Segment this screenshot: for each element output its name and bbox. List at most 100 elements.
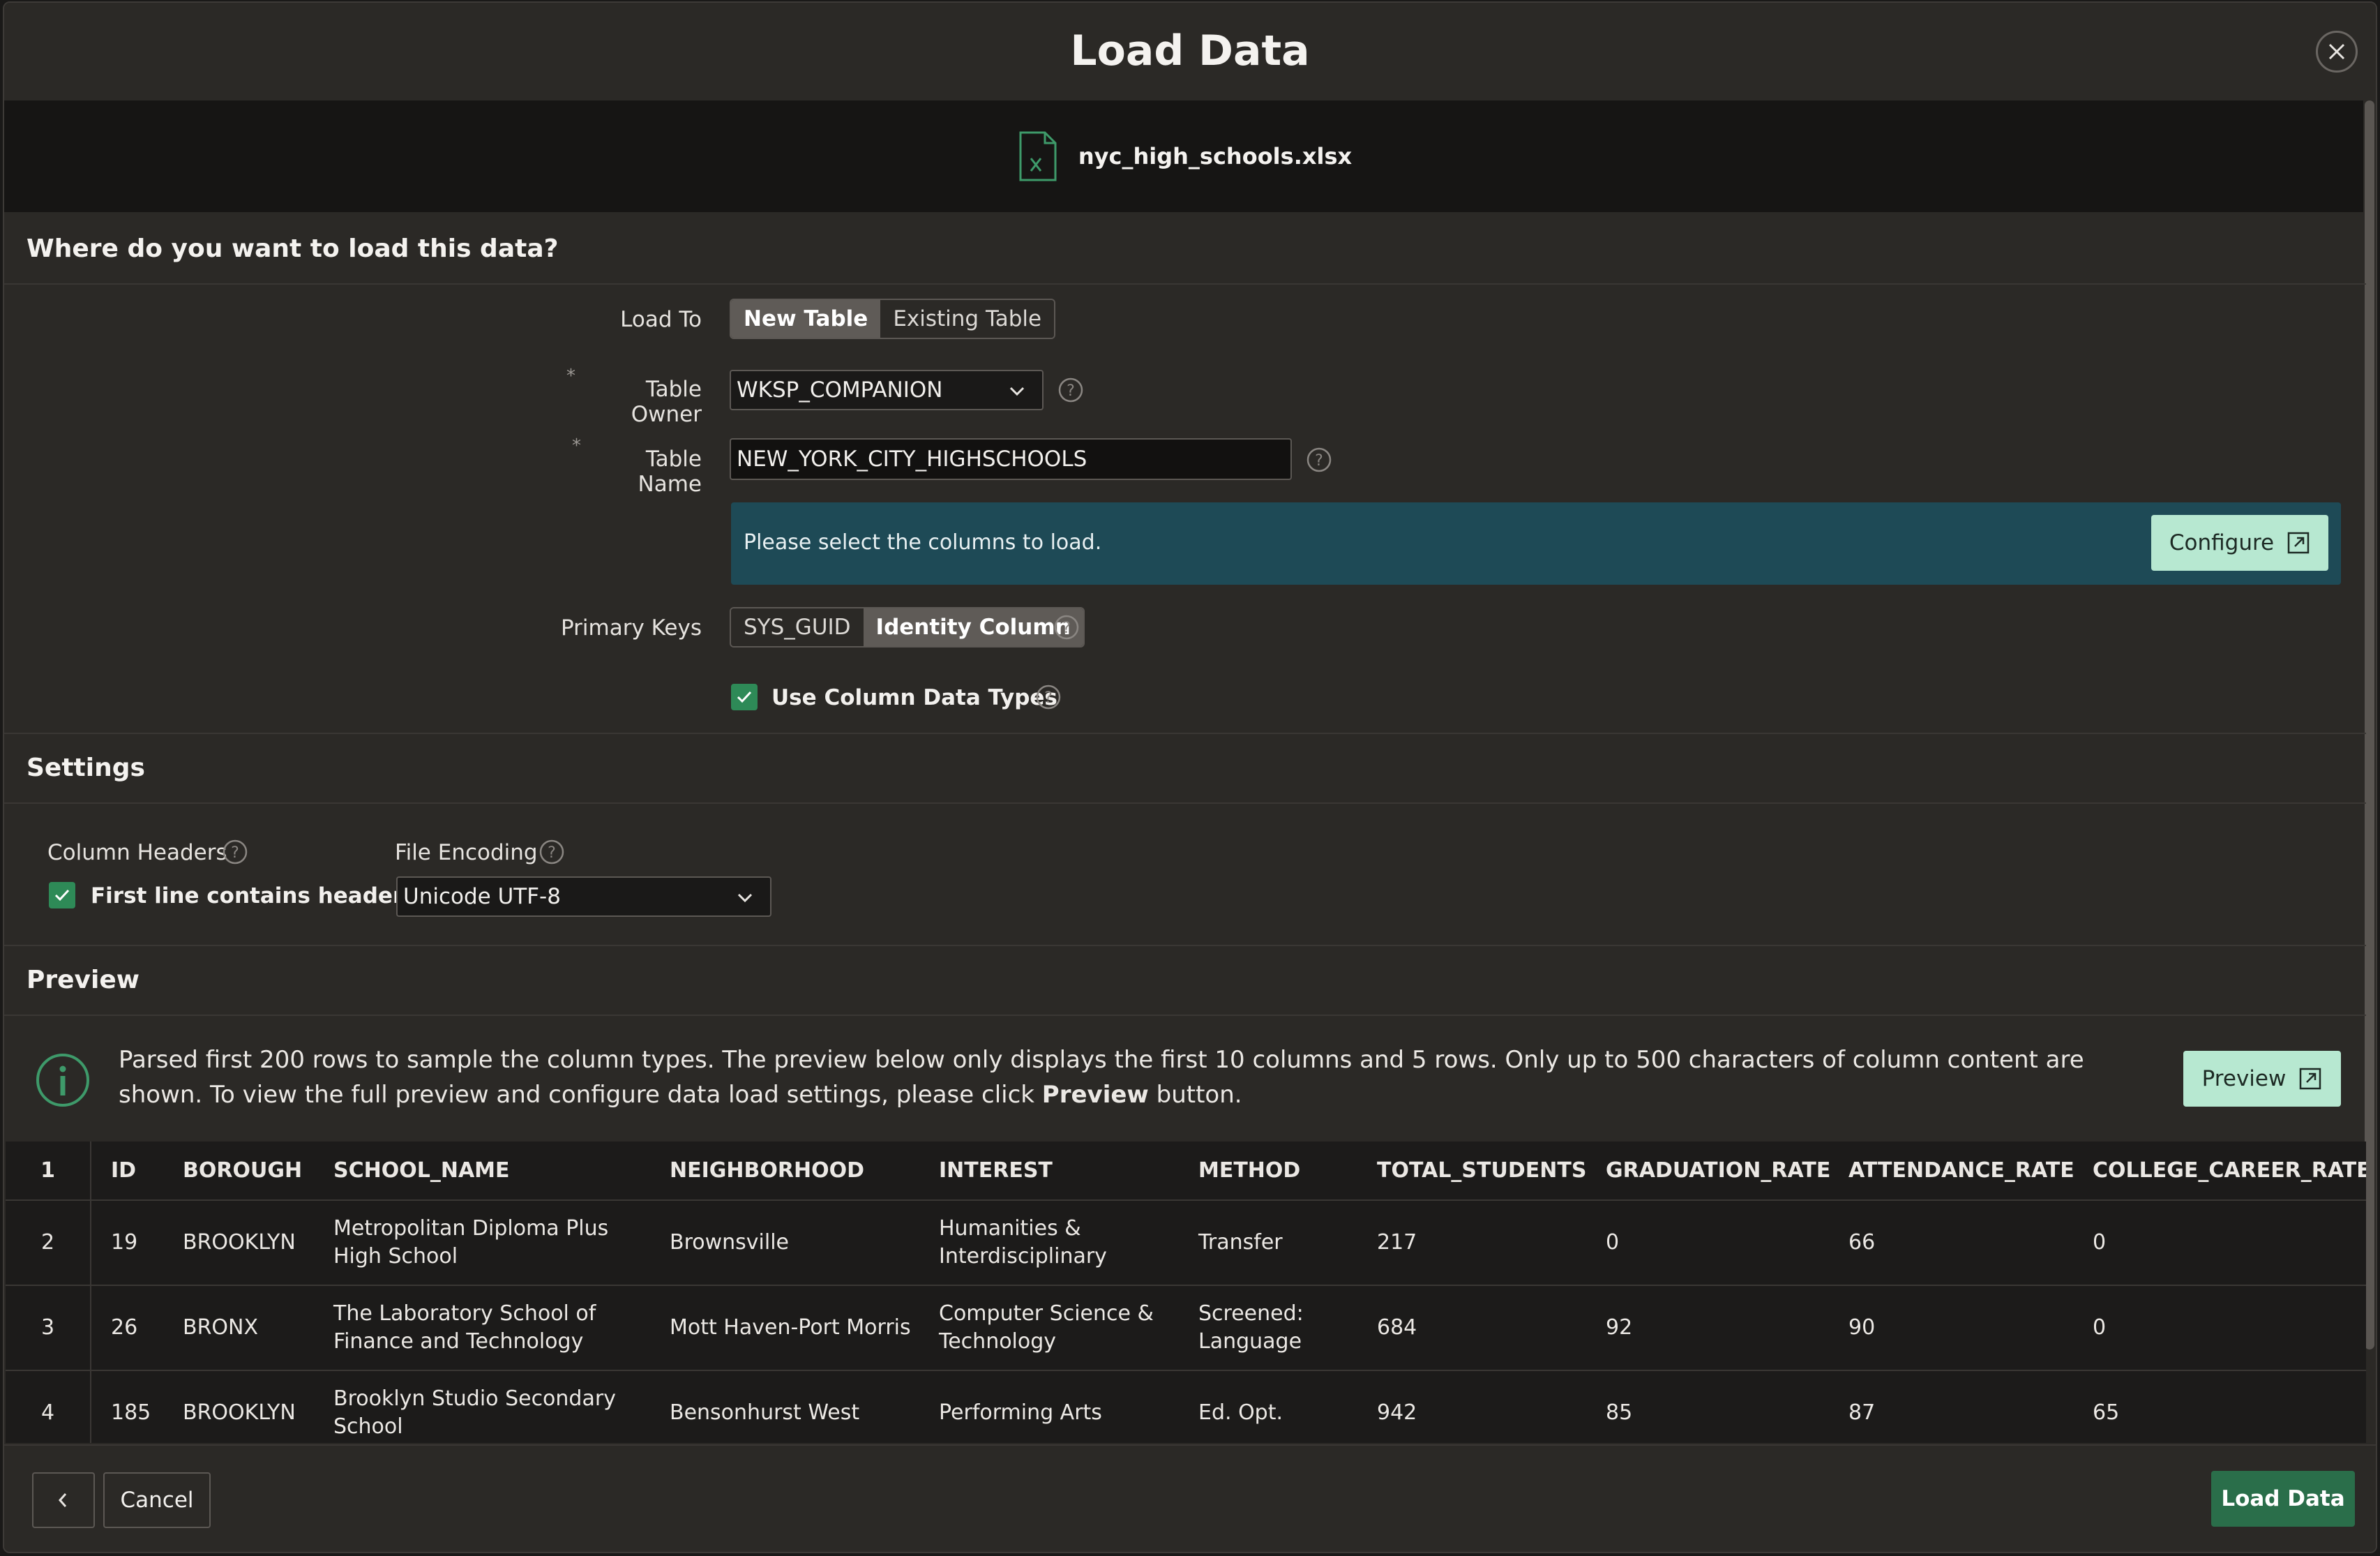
table-owner-select[interactable]: WKSP_COMPANION — [730, 370, 1044, 410]
column-header: METHOD — [1179, 1142, 1357, 1201]
load-data-dialog: Load Data nyc_high_schools.xlsx Where do… — [3, 1, 2377, 1553]
table-cell: 0 — [2073, 1285, 2366, 1371]
required-marker: * — [572, 435, 581, 456]
chevron-down-icon — [1009, 387, 1025, 396]
svg-text:?: ? — [1315, 452, 1323, 470]
back-button[interactable] — [32, 1472, 95, 1528]
preview-button-label: Preview — [2201, 1066, 2287, 1091]
help-icon[interactable]: ? — [1035, 684, 1062, 710]
table-row: 4 185 BROOKLYN Brooklyn Studio Secondary… — [6, 1370, 2366, 1443]
row-number: 1 — [6, 1142, 91, 1201]
table-cell: Humanities & Interdisciplinary — [919, 1200, 1179, 1286]
column-headers-label: Column Headers — [47, 840, 227, 865]
settings-heading: Settings — [27, 754, 145, 782]
divider — [4, 733, 2366, 734]
file-name: nyc_high_schools.xlsx — [1078, 143, 1353, 170]
info-text-part: button. — [1148, 1081, 1242, 1109]
file-encoding-select[interactable]: Unicode UTF-8 — [396, 876, 771, 917]
table-cell: 684 — [1357, 1285, 1586, 1371]
file-encoding-value: Unicode UTF-8 — [403, 884, 561, 909]
svg-text:?: ? — [1067, 382, 1075, 400]
svg-text:?: ? — [548, 844, 556, 862]
use-column-types-checkbox[interactable] — [731, 684, 758, 710]
table-owner-label: Table Owner — [631, 377, 702, 427]
column-header: NEIGHBORHOOD — [650, 1142, 919, 1201]
table-name-input[interactable]: NEW_YORK_CITY_HIGHSCHOOLS — [730, 438, 1292, 480]
table-cell: 66 — [1829, 1200, 2073, 1286]
table-cell: 85 — [1586, 1370, 1829, 1443]
primary-keys-sys-guid[interactable]: SYS_GUID — [731, 608, 864, 646]
table-cell: 19 — [91, 1200, 163, 1286]
row-number: 4 — [6, 1370, 91, 1443]
info-icon — [36, 1054, 89, 1107]
use-column-types-label: Use Column Data Types — [771, 685, 1057, 710]
load-to-existing-table[interactable]: Existing Table — [880, 300, 1055, 338]
chevron-left-icon — [58, 1493, 67, 1507]
table-cell: 0 — [1586, 1200, 1829, 1286]
file-encoding-label: File Encoding — [395, 840, 538, 865]
excel-file-icon — [1019, 131, 1057, 181]
svg-text:?: ? — [1044, 689, 1053, 707]
file-banner: nyc_high_schools.xlsx — [4, 100, 2366, 212]
close-icon — [2328, 43, 2345, 60]
column-header: ATTENDANCE_RATE — [1829, 1142, 2074, 1201]
table-cell: The Laboratory School of Finance and Tec… — [314, 1285, 650, 1371]
table-cell: Metropolitan Diploma Plus High School — [314, 1200, 650, 1286]
preview-button[interactable]: Preview — [2183, 1051, 2341, 1107]
help-icon[interactable]: ? — [1057, 377, 1084, 403]
preview-table: 1 ID BOROUGH SCHOOL_NAME NEIGHBORHOOD IN… — [6, 1142, 2366, 1443]
column-header: BOROUGH — [163, 1142, 314, 1201]
divider — [4, 283, 2366, 285]
table-cell: Transfer — [1179, 1200, 1357, 1286]
preview-heading: Preview — [27, 966, 140, 994]
help-icon[interactable]: ? — [1306, 447, 1332, 473]
first-line-headers-checkbox[interactable] — [49, 882, 75, 908]
table-cell: Performing Arts — [919, 1370, 1179, 1443]
checkmark-icon — [54, 889, 70, 902]
preview-info-text: Parsed first 200 rows to sample the colu… — [119, 1042, 2141, 1112]
table-owner-value: WKSP_COMPANION — [737, 377, 943, 403]
svg-text:?: ? — [1062, 620, 1071, 637]
cancel-button[interactable]: Cancel — [103, 1472, 211, 1528]
load-to-label: Load To — [620, 307, 702, 332]
column-header: ID — [91, 1142, 163, 1201]
table-header-row: 1 ID BOROUGH SCHOOL_NAME NEIGHBORHOOD IN… — [6, 1142, 2366, 1201]
column-header: GRADUATION_RATE — [1586, 1142, 1830, 1201]
table-cell: 65 — [2073, 1370, 2366, 1443]
help-icon[interactable]: ? — [1053, 614, 1080, 641]
configure-label: Configure — [2169, 530, 2275, 555]
divider — [4, 802, 2366, 804]
load-data-button[interactable]: Load Data — [2211, 1471, 2355, 1527]
close-button[interactable] — [2316, 31, 2358, 73]
external-link-icon — [2300, 1068, 2321, 1090]
table-cell: Brownsville — [650, 1200, 919, 1286]
table-cell: 92 — [1586, 1285, 1829, 1371]
column-header: SCHOOL_NAME — [314, 1142, 650, 1201]
primary-keys-label: Primary Keys — [561, 615, 702, 641]
table-cell: BROOKLYN — [163, 1200, 314, 1286]
help-icon[interactable]: ? — [538, 839, 565, 865]
checkmark-icon — [737, 691, 752, 703]
column-header: TOTAL_STUDENTS — [1357, 1142, 1586, 1201]
load-to-new-table[interactable]: New Table — [731, 300, 881, 338]
scrollbar-thumb[interactable] — [2365, 100, 2374, 1349]
table-cell: 942 — [1357, 1370, 1586, 1443]
table-cell: Mott Haven-Port Morris — [650, 1285, 919, 1371]
required-marker: * — [566, 366, 575, 387]
table-cell: 26 — [91, 1285, 163, 1371]
column-header: COLLEGE_CAREER_RATE — [2073, 1142, 2366, 1201]
table-cell: BRONX — [163, 1285, 314, 1371]
dialog-titlebar: Load Data — [4, 3, 2376, 100]
primary-keys-identity[interactable]: Identity Column — [863, 608, 1083, 646]
table-cell: Screened: Language — [1179, 1285, 1357, 1371]
table-cell: 87 — [1829, 1370, 2073, 1443]
divider — [4, 945, 2366, 946]
column-header: INTEREST — [919, 1142, 1179, 1201]
table-cell: Brooklyn Studio Secondary School — [314, 1370, 650, 1443]
columns-notice: Please select the columns to load. Confi… — [731, 502, 2341, 585]
chevron-down-icon — [737, 893, 753, 903]
divider — [4, 1015, 2366, 1016]
help-icon[interactable]: ? — [222, 839, 248, 865]
configure-button[interactable]: Configure — [2151, 515, 2328, 571]
dialog-title: Load Data — [1070, 27, 1310, 75]
